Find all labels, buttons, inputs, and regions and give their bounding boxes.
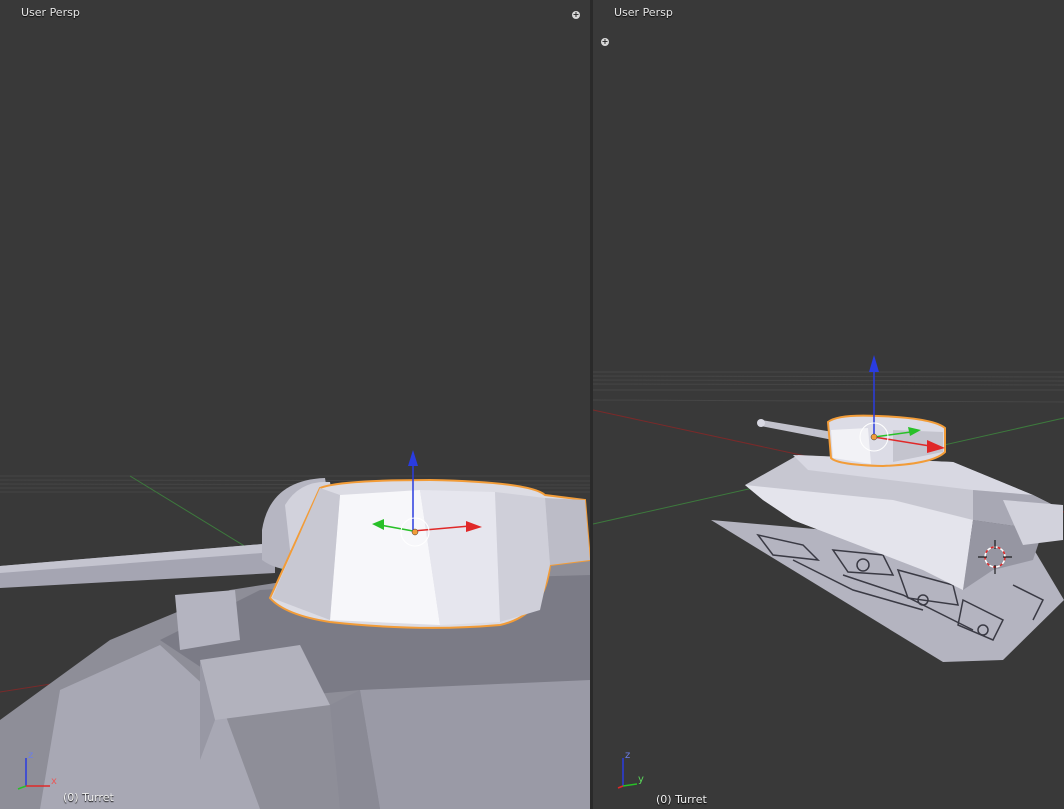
viewport-right[interactable]: User Persp + z y (0) Turret (593, 0, 1064, 809)
active-object-label: (0) Turret (656, 793, 707, 806)
active-object-label: (0) Turret (63, 791, 114, 804)
grid-floor-right (593, 371, 1064, 403)
axis-widget-left: z x (17, 750, 57, 790)
add-region-icon[interactable]: + (601, 38, 609, 46)
axis-label-z: z (625, 750, 630, 761)
axis-label-z: z (28, 750, 33, 761)
add-region-icon[interactable]: + (572, 11, 580, 19)
axis-widget-right: z y (617, 750, 644, 789)
viewport-title: User Persp (21, 6, 80, 19)
scene-left[interactable] (0, 0, 590, 809)
viewport-title: User Persp (614, 6, 673, 19)
axis-label-x: x (51, 776, 57, 787)
gun-barrel-left[interactable] (0, 543, 275, 588)
scene-right[interactable] (593, 0, 1064, 809)
viewport-left[interactable]: User Persp + z x (0) Turret (0, 0, 590, 809)
axis-label-y: y (638, 774, 644, 785)
gun-barrel-right[interactable] (757, 419, 833, 440)
